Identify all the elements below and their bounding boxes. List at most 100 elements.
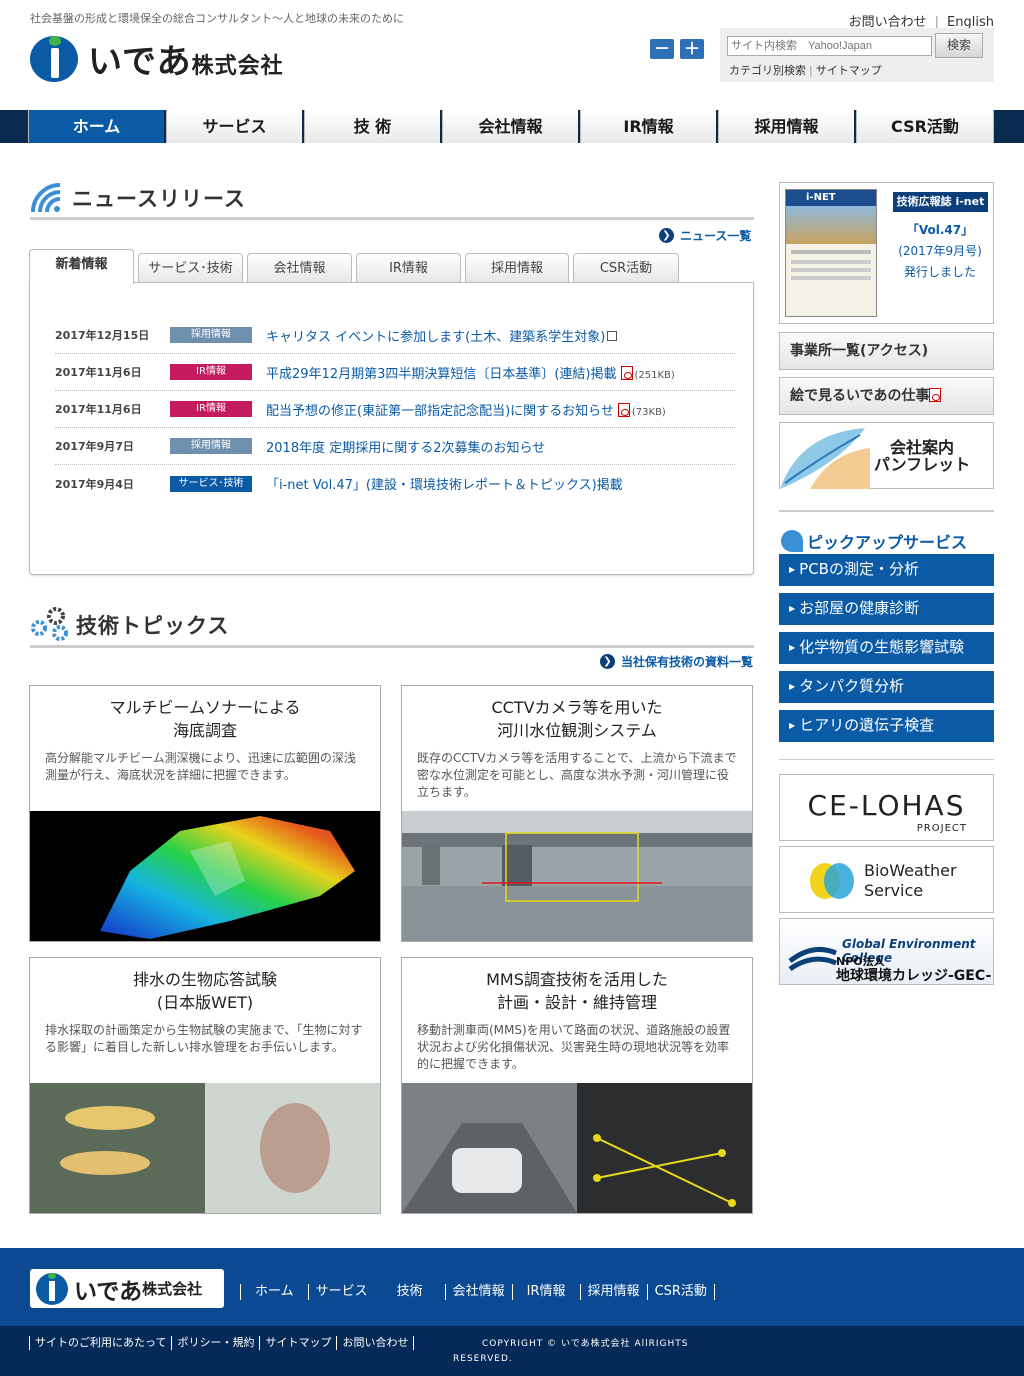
- tab-services[interactable]: サービス･技術: [138, 253, 243, 283]
- news-category-badge: IR情報: [170, 364, 252, 380]
- font-larger-button[interactable]: ＋: [680, 39, 704, 59]
- news-link[interactable]: 配当予想の修正(東証第一部指定記念配当)に関するお知らせ: [266, 404, 614, 419]
- tech-documents-link[interactable]: ❯ 当社保有技術の資料一覧: [600, 653, 753, 670]
- tab-company[interactable]: 会社情報: [247, 253, 352, 283]
- fish-daphnia-image: [30, 1083, 380, 1213]
- pickup-fire-ant[interactable]: ヒアリの遺伝子検査: [779, 710, 994, 742]
- pickup-pcb[interactable]: PCBの測定・分析: [779, 554, 994, 586]
- copyright-line2: RESERVED.: [453, 1354, 513, 1364]
- news-date: 2017年9月7日: [55, 440, 134, 453]
- pdf-icon: [617, 402, 630, 417]
- page: 社会基盤の形成と環境保全の総合コンサルタント～人と地球の未来のために いであ株式…: [0, 0, 1024, 1376]
- news-title: ニュースリリース: [72, 187, 246, 211]
- inet-promo[interactable]: i-NET 技術広報誌 i-net 「Vol.47」 (2017年9月号) 発行…: [779, 182, 994, 324]
- nav-csr[interactable]: CSR活動: [856, 110, 994, 143]
- nav-home[interactable]: ホーム: [28, 110, 164, 143]
- news-item[interactable]: 2017年9月7日 採用情報 2018年度 定期採用に関する2次募集のお知らせ: [55, 428, 735, 465]
- news-link[interactable]: キャリタス イベントに参加します(土木、建築系学生対象): [266, 330, 605, 345]
- bioweather-banner[interactable]: BioWeather Service: [779, 846, 994, 913]
- offices-button[interactable]: 事業所一覧(アクセス): [779, 332, 994, 370]
- inet-info: 「Vol.47」 (2017年9月号) 発行しました: [885, 220, 995, 283]
- footer-sitemap-link[interactable]: サイトマップ: [259, 1336, 336, 1350]
- pamphlet-text: 会社案内 パンフレット: [872, 439, 972, 473]
- sitemap-link[interactable]: サイトマップ: [816, 64, 882, 77]
- picture-work-button[interactable]: 絵で見るいであの仕事: [779, 377, 994, 415]
- font-smaller-button[interactable]: －: [650, 39, 674, 59]
- footer-link-recruit[interactable]: 採用情報: [579, 1284, 647, 1300]
- news-link[interactable]: 平成29年12月期第3四半期決算短信〔日本基準〕(連結)掲載: [266, 367, 617, 382]
- news-heading: ニュースリリース: [30, 180, 754, 220]
- news-link[interactable]: 2018年度 定期採用に関する2次募集のお知らせ: [266, 441, 545, 456]
- footer-contact-link[interactable]: お問い合わせ: [336, 1336, 415, 1350]
- terms-of-use-link[interactable]: サイトのご利用にあたって: [29, 1336, 171, 1350]
- footer-link-home[interactable]: ホーム: [240, 1284, 308, 1300]
- footer-link-ir[interactable]: IR情報: [511, 1284, 580, 1300]
- tab-latest[interactable]: 新着情報: [29, 249, 134, 284]
- pamphlet-subtitle: パンフレット: [873, 455, 971, 474]
- topic-title: マルチビームソナーによる: [109, 698, 301, 717]
- footer-logo[interactable]: いであ 株式会社: [30, 1269, 224, 1308]
- gears-icon: [31, 607, 68, 641]
- news-link[interactable]: 「i-net Vol.47」(建設・環境技術レポート＆トピックス)掲載: [266, 478, 623, 493]
- topic-title: (日本版WET): [156, 993, 254, 1012]
- topic-description: 高分解能マルチビーム測深機により、迅速に広範囲の深浅測量が行え、海底状況を詳細に…: [45, 751, 356, 782]
- gec-japanese: 地球環境カレッジ-GEC-: [836, 968, 992, 984]
- separator: |: [809, 64, 813, 77]
- topic-card-sonar[interactable]: マルチビームソナーによる 海底調査 高分解能マルチビーム測深機により、迅速に広範囲…: [29, 685, 381, 942]
- news-item[interactable]: 2017年11月6日 IR情報 配当予想の修正(東証第一部指定記念配当)に関する…: [55, 391, 735, 428]
- site-logo[interactable]: いであ株式会社: [30, 34, 284, 83]
- search-button[interactable]: 検索: [935, 33, 983, 58]
- bioweather-logo-icon: [824, 863, 854, 899]
- news-panel: 2017年12月15日 採用情報 キャリタス イベントに参加します(土木、建築系…: [29, 282, 754, 575]
- news-date: 2017年11月6日: [55, 403, 142, 416]
- category-search-link[interactable]: カテゴリ別検索: [729, 64, 806, 77]
- pickup-heading: ピックアップサービス: [779, 510, 994, 552]
- footer-link-services[interactable]: サービス: [307, 1284, 375, 1300]
- pickup-ecotox[interactable]: 化学物質の生態影響試験: [779, 632, 994, 664]
- inet-cover-title: i-NET: [786, 190, 876, 206]
- topic-title: CCTVカメラ等を用いた: [491, 698, 663, 717]
- tab-recruit[interactable]: 採用情報: [465, 253, 569, 283]
- topic-description: 排水採取の計画策定から生物試験の実施まで、「生物に対する影響」に着目した新しい排…: [45, 1023, 363, 1054]
- tab-csr[interactable]: CSR活動: [573, 253, 679, 283]
- search-sublinks: カテゴリ別検索 | サイトマップ: [729, 62, 882, 78]
- celohas-banner[interactable]: CE-LOHAS PROJECT: [779, 774, 994, 841]
- pickup-protein[interactable]: タンパク質分析: [779, 671, 994, 703]
- inet-date: (2017年9月号): [898, 244, 982, 258]
- global-nav: ホーム サービス 技 術 会社情報 IR情報 採用情報 CSR活動: [0, 110, 1024, 143]
- nav-services[interactable]: サービス: [166, 110, 302, 143]
- pickup-room-health[interactable]: お部屋の健康診断: [779, 593, 994, 625]
- pickup-title: ピックアップサービス: [807, 533, 968, 552]
- bioweather-text: BioWeather Service: [864, 861, 957, 901]
- topic-title: 海底調査: [172, 721, 237, 740]
- search-input[interactable]: [727, 36, 932, 56]
- logo-mark-icon: [36, 1272, 68, 1305]
- news-item[interactable]: 2017年11月6日 IR情報 平成29年12月期第3四半期決算短信〔日本基準〕…: [55, 354, 735, 391]
- signal-icon: [31, 183, 61, 213]
- nav-recruit[interactable]: 採用情報: [718, 110, 854, 143]
- footer-link-company[interactable]: 会社情報: [444, 1284, 512, 1300]
- file-size: (73KB): [631, 406, 666, 418]
- news-item[interactable]: 2017年9月4日 サービス･技術 「i-net Vol.47」(建設・環境技術…: [55, 465, 735, 502]
- topic-card-cctv[interactable]: CCTVカメラ等を用いた 河川水位観測システム 既存のCCTVカメラ等を活用するこ…: [401, 685, 753, 942]
- gec-banner[interactable]: Global Environment College NPO法人 地球環境カレッ…: [779, 918, 994, 985]
- pamphlet-banner[interactable]: 会社案内 パンフレット: [779, 422, 994, 489]
- celohas-sub: PROJECT: [916, 823, 967, 834]
- tab-ir[interactable]: IR情報: [356, 253, 461, 283]
- news-list-link[interactable]: ❯ ニュース一覧: [659, 227, 751, 244]
- topic-card-mms[interactable]: MMS調査技術を活用した 計画・設計・維持管理 移動計測車両(MMS)を用いて路面…: [401, 957, 753, 1214]
- footer-link-csr[interactable]: CSR活動: [646, 1284, 715, 1300]
- nav-technology[interactable]: 技 術: [304, 110, 440, 143]
- topics-heading: 技術トピックス: [30, 606, 754, 648]
- news-date: 2017年9月4日: [55, 477, 134, 491]
- footer-link-technology[interactable]: 技術: [375, 1284, 445, 1300]
- news-item[interactable]: 2017年12月15日 採用情報 キャリタス イベントに参加します(土木、建築系…: [55, 317, 735, 354]
- pdf-icon: [929, 388, 942, 402]
- nav-company[interactable]: 会社情報: [442, 110, 578, 143]
- policy-link[interactable]: ポリシー・規約: [171, 1336, 259, 1350]
- nav-ir[interactable]: IR情報: [580, 110, 716, 143]
- topic-card-wet[interactable]: 排水の生物応答試験 (日本版WET) 排水採取の計画策定から生物試験の実施まで、「…: [29, 957, 381, 1214]
- drop-icon: [781, 530, 803, 552]
- topic-title: 河川水位観測システム: [497, 721, 657, 740]
- footer-bottom-links: サイトのご利用にあたって ポリシー・規約 サイトマップ お問い合わせ: [29, 1336, 420, 1350]
